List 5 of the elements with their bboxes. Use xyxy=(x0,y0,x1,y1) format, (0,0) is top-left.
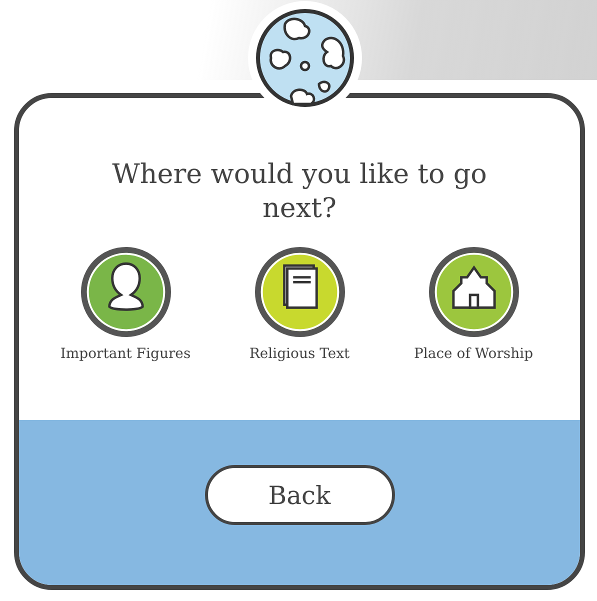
option-button[interactable]: Important Figures xyxy=(46,246,206,362)
dialog-heading: Where would you like to go next? xyxy=(111,158,488,226)
option-button[interactable]: Religious Text xyxy=(220,246,380,362)
option-button[interactable]: Place of Worship xyxy=(394,246,554,362)
back-button[interactable]: Back xyxy=(204,465,394,525)
